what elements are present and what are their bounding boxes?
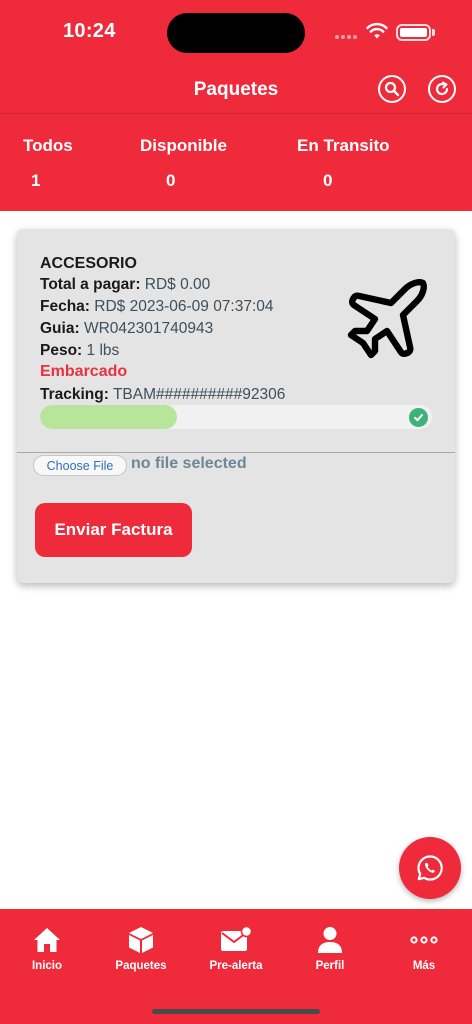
home-icon xyxy=(34,928,60,952)
refresh-button[interactable] xyxy=(428,75,456,103)
choose-file-button[interactable]: Choose File xyxy=(33,455,127,476)
total-value: RD$ 0.00 xyxy=(144,276,211,293)
tab-label: Perfil xyxy=(315,960,345,972)
refresh-icon xyxy=(435,81,449,96)
stat-count: 1 xyxy=(31,171,41,190)
whatsapp-icon xyxy=(417,855,443,881)
status-text: Embarcado xyxy=(40,363,128,380)
check-icon xyxy=(409,408,428,427)
stat-count: 0 xyxy=(166,171,176,190)
guia-row: Guia: WR042301740943 xyxy=(40,320,214,337)
send-invoice-button[interactable]: Enviar Factura xyxy=(35,503,192,557)
tab-mas[interactable]: Más xyxy=(377,923,471,972)
whatsapp-button[interactable] xyxy=(399,837,461,899)
tracking-row: Tracking: TBAM##########92306 xyxy=(40,386,286,403)
airplane-icon xyxy=(347,279,427,359)
total-row: Total a pagar: RD$ 0.00 xyxy=(40,276,211,293)
more-dots-icon xyxy=(410,936,438,944)
stat-count: 0 xyxy=(323,171,333,190)
stat-label: Todos xyxy=(23,136,73,155)
filter-en-transito[interactable]: En Transito 0 xyxy=(297,136,390,190)
filter-todos[interactable]: Todos 1 xyxy=(23,136,73,190)
guia-value: WR042301740943 xyxy=(83,320,214,337)
tab-label: Paquetes xyxy=(115,960,167,972)
home-indicator xyxy=(152,1009,320,1014)
stat-label: En Transito xyxy=(297,136,390,155)
progress-fill xyxy=(40,405,178,429)
wifi-icon xyxy=(366,22,388,39)
package-card[interactable]: ACCESORIO Total a pagar: RD$ 0.00 Fecha:… xyxy=(17,229,455,583)
tab-label: Pre-alerta xyxy=(209,960,263,972)
tab-paquetes[interactable]: Paquetes xyxy=(94,923,188,972)
tab-perfil[interactable]: Perfil xyxy=(283,923,377,972)
battery-icon xyxy=(396,24,431,41)
stat-label: Disponible xyxy=(140,136,227,155)
search-button[interactable] xyxy=(378,75,406,103)
fecha-value: RD$ 2023-06-09 07:37:04 xyxy=(94,298,274,315)
peso-row: Peso: 1 lbs xyxy=(40,342,120,359)
search-icon xyxy=(384,81,400,97)
tracking-progress-bar xyxy=(40,405,432,429)
tab-label: Inicio xyxy=(31,960,63,972)
mail-alert-icon xyxy=(221,925,253,951)
tab-label: Más xyxy=(412,960,436,972)
filter-disponible[interactable]: Disponible 0 xyxy=(140,136,227,190)
bottom-tab-bar: Inicio Paquetes Pre-alerta Perfil Más xyxy=(0,909,472,1024)
status-time: 10:24 xyxy=(63,20,116,42)
fecha-row: Fecha: RD$ 2023-06-09 07:37:04 xyxy=(40,298,274,315)
cellular-signal-icon xyxy=(335,35,357,39)
user-icon xyxy=(318,927,342,953)
tab-pre-alerta[interactable]: Pre-alerta xyxy=(189,923,283,972)
header: 10:24 Paquetes Todos 1 Disponible 0 En T… xyxy=(0,0,472,211)
tab-inicio[interactable]: Inicio xyxy=(0,923,94,972)
dynamic-island xyxy=(167,13,305,53)
package-icon xyxy=(129,927,153,953)
tracking-value: TBAM##########92306 xyxy=(112,386,286,403)
file-status-text: no file selected xyxy=(131,455,247,472)
package-product: ACCESORIO xyxy=(40,255,137,272)
peso-value: 1 lbs xyxy=(86,342,120,359)
